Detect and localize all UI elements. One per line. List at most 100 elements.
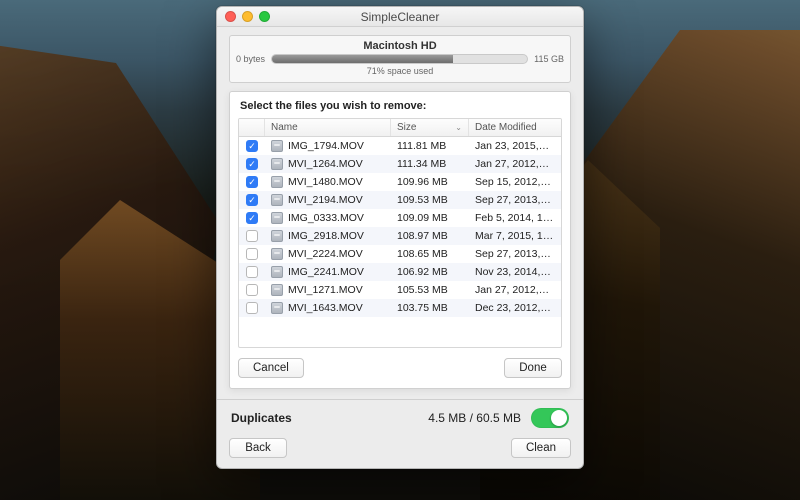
row-name-cell[interactable]: MVI_1643.MOV — [265, 302, 391, 314]
row-name-cell[interactable]: MVI_2194.MOV — [265, 194, 391, 206]
col-checkbox[interactable] — [239, 119, 265, 136]
row-size-cell: 105.53 MB — [391, 284, 469, 296]
row-size-cell: 111.34 MB — [391, 158, 469, 170]
row-filename: MVI_1264.MOV — [288, 158, 363, 170]
row-filename: IMG_1794.MOV — [288, 140, 364, 152]
row-date-cell: Sep 27, 2013,… — [469, 248, 561, 260]
row-name-cell[interactable]: IMG_2918.MOV — [265, 230, 391, 242]
row-date-cell: Sep 15, 2012,… — [469, 176, 561, 188]
table-row[interactable]: MVI_1643.MOV103.75 MBDec 23, 2012,… — [239, 299, 561, 317]
table-row[interactable]: IMG_2241.MOV 106.92 MBNov 23, 2014,… — [239, 263, 561, 281]
file-icon — [271, 230, 283, 242]
disk-name: Macintosh HD — [236, 40, 564, 52]
app-window: SimpleCleaner Macintosh HD 0 bytes 115 G… — [216, 6, 584, 469]
file-selection-sheet: Select the files you wish to remove: Nam… — [229, 91, 571, 389]
file-icon — [271, 284, 283, 296]
row-size-cell: 111.81 MB — [391, 140, 469, 152]
bottom-bar: Back Clean — [217, 432, 583, 468]
row-date-cell: Jan 27, 2012,… — [469, 284, 561, 296]
row-checkbox-cell[interactable]: ✓ — [239, 158, 265, 170]
file-icon — [271, 158, 283, 170]
row-checkbox-cell[interactable] — [239, 230, 265, 242]
row-date-cell: Jan 27, 2012,… — [469, 158, 561, 170]
row-checkbox[interactable]: ✓ — [246, 140, 258, 152]
col-date[interactable]: Date Modified — [469, 119, 561, 136]
file-table: Name Size⌄ Date Modified ✓ IMG_1794.MOV 11… — [238, 118, 562, 348]
table-row[interactable]: ✓IMG_0333.MOV109.09 MBFeb 5, 2014, 1… — [239, 209, 561, 227]
titlebar[interactable]: SimpleCleaner — [217, 7, 583, 27]
clean-button[interactable]: Clean — [511, 438, 571, 458]
row-name-cell[interactable]: MVI_1264.MOV — [265, 158, 391, 170]
row-filename: MVI_2194.MOV — [288, 194, 363, 206]
col-size[interactable]: Size⌄ — [391, 119, 469, 136]
disk-min-label: 0 bytes — [236, 54, 265, 64]
table-body[interactable]: ✓ IMG_1794.MOV 111.81 MBJan 23, 2015,… ✓ MVI… — [239, 137, 561, 346]
file-icon — [271, 176, 283, 188]
row-date-cell: Sep 27, 2013,… — [469, 194, 561, 206]
table-row[interactable]: MVI_2224.MOV108.65 MBSep 27, 2013,… — [239, 245, 561, 263]
row-size-cell: 109.96 MB — [391, 176, 469, 188]
row-checkbox[interactable] — [246, 248, 258, 260]
row-date-cell: Nov 23, 2014,… — [469, 266, 561, 278]
row-filename: MVI_1271.MOV — [288, 284, 363, 296]
row-checkbox[interactable] — [246, 266, 258, 278]
table-row[interactable]: ✓ IMG_1794.MOV 111.81 MBJan 23, 2015,… — [239, 137, 561, 155]
close-icon[interactable] — [225, 11, 236, 22]
row-name-cell[interactable]: IMG_0333.MOV — [265, 212, 391, 224]
row-checkbox[interactable] — [246, 302, 258, 314]
row-checkbox[interactable]: ✓ — [246, 176, 258, 188]
row-checkbox[interactable]: ✓ — [246, 194, 258, 206]
window-title: SimpleCleaner — [217, 10, 583, 24]
row-checkbox-cell[interactable]: ✓ — [239, 176, 265, 188]
row-checkbox-cell[interactable]: ✓ — [239, 140, 265, 152]
zoom-icon[interactable] — [259, 11, 270, 22]
row-checkbox[interactable]: ✓ — [246, 158, 258, 170]
row-checkbox[interactable] — [246, 230, 258, 242]
disk-usage-fill — [272, 55, 453, 63]
row-name-cell[interactable]: IMG_2241.MOV — [265, 266, 391, 278]
col-name[interactable]: Name — [265, 119, 391, 136]
cancel-button[interactable]: Cancel — [238, 358, 304, 378]
row-size-cell: 106.92 MB — [391, 266, 469, 278]
row-name-cell[interactable]: MVI_1271.MOV — [265, 284, 391, 296]
table-row[interactable]: ✓ MVI_1480.MOV109.96 MBSep 15, 2012,… — [239, 173, 561, 191]
row-name-cell[interactable]: IMG_1794.MOV — [265, 140, 391, 152]
disk-percent-label: 71% space used — [236, 66, 564, 76]
row-size-cell: 103.75 MB — [391, 302, 469, 314]
duplicates-stats: 4.5 MB / 60.5 MB — [428, 411, 521, 425]
disk-usage-bar — [271, 54, 528, 64]
file-icon — [271, 248, 283, 260]
file-icon — [271, 140, 283, 152]
row-checkbox-cell[interactable]: ✓ — [239, 194, 265, 206]
file-icon — [271, 266, 283, 278]
disk-usage-box: Macintosh HD 0 bytes 115 GB 71% space us… — [229, 35, 571, 83]
file-icon — [271, 212, 283, 224]
table-row[interactable]: ✓ MVI_2194.MOV 109.53 MBSep 27, 2013,… — [239, 191, 561, 209]
row-name-cell[interactable]: MVI_2224.MOV — [265, 248, 391, 260]
row-checkbox-cell[interactable] — [239, 284, 265, 296]
row-checkbox[interactable] — [246, 284, 258, 296]
row-filename: IMG_2241.MOV — [288, 266, 364, 278]
row-checkbox-cell[interactable] — [239, 302, 265, 314]
file-icon — [271, 194, 283, 206]
row-checkbox[interactable]: ✓ — [246, 212, 258, 224]
instruction-text: Select the files you wish to remove: — [238, 100, 562, 112]
row-filename: MVI_2224.MOV — [288, 248, 363, 260]
table-row[interactable]: MVI_1271.MOV 105.53 MBJan 27, 2012,… — [239, 281, 561, 299]
table-header: Name Size⌄ Date Modified — [239, 119, 561, 137]
table-row[interactable]: ✓ MVI_1264.MOV 111.34 MBJan 27, 2012,… — [239, 155, 561, 173]
table-row[interactable]: IMG_2918.MOV108.97 MBMar 7, 2015, 1… — [239, 227, 561, 245]
row-size-cell: 108.97 MB — [391, 230, 469, 242]
row-date-cell: Feb 5, 2014, 1… — [469, 212, 561, 224]
minimize-icon[interactable] — [242, 11, 253, 22]
row-name-cell[interactable]: MVI_1480.MOV — [265, 176, 391, 188]
row-date-cell: Mar 7, 2015, 1… — [469, 230, 561, 242]
row-checkbox-cell[interactable] — [239, 266, 265, 278]
row-size-cell: 109.53 MB — [391, 194, 469, 206]
back-button[interactable]: Back — [229, 438, 287, 458]
row-date-cell: Jan 23, 2015,… — [469, 140, 561, 152]
row-checkbox-cell[interactable] — [239, 248, 265, 260]
duplicates-toggle[interactable] — [531, 408, 569, 428]
row-checkbox-cell[interactable]: ✓ — [239, 212, 265, 224]
done-button[interactable]: Done — [504, 358, 562, 378]
